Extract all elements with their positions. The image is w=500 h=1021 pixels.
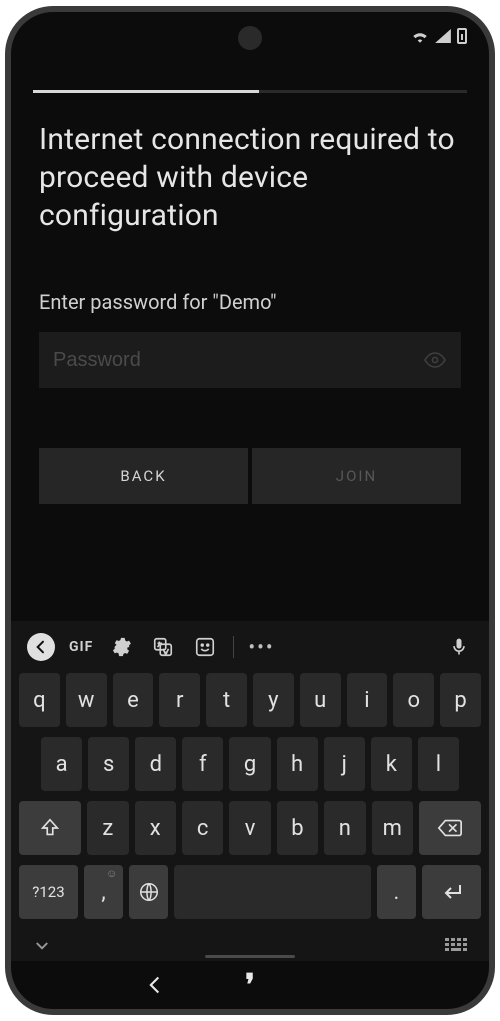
- main-content: Internet connection required to proceed …: [11, 93, 489, 504]
- enter-key[interactable]: [422, 865, 481, 919]
- keyboard-row-2: a s d f g h j k l: [17, 737, 483, 791]
- symbols-key[interactable]: ?123: [19, 865, 78, 919]
- key-u[interactable]: u: [300, 673, 341, 727]
- collapse-keyboard-icon[interactable]: [33, 937, 51, 955]
- period-key[interactable]: .: [377, 865, 416, 919]
- password-field-container[interactable]: [39, 332, 461, 388]
- status-icons: [411, 28, 467, 44]
- more-icon[interactable]: •••: [248, 635, 274, 659]
- key-l[interactable]: l: [418, 737, 459, 791]
- nav-home-icon[interactable]: ❜: [245, 968, 255, 1003]
- setup-progress-fill: [33, 90, 259, 93]
- navigation-bar: ❜: [11, 961, 489, 1009]
- keyboard-back-icon[interactable]: [27, 633, 55, 661]
- phone-frame: Internet connection required to proceed …: [5, 6, 495, 1015]
- key-g[interactable]: g: [229, 737, 270, 791]
- battery-icon: [457, 28, 467, 44]
- status-bar: [11, 12, 489, 60]
- key-v[interactable]: v: [229, 801, 270, 855]
- key-t[interactable]: t: [206, 673, 247, 727]
- key-o[interactable]: o: [393, 673, 434, 727]
- wifi-icon: [411, 29, 429, 43]
- key-z[interactable]: z: [87, 801, 128, 855]
- keyboard-row-3: z x c v b n m: [17, 801, 483, 855]
- keyboard-layout-icon[interactable]: [445, 938, 467, 954]
- front-camera: [238, 26, 262, 50]
- comma-glyph: ,: [101, 880, 105, 905]
- toolbar-separator: [233, 636, 234, 658]
- cellular-icon: [435, 29, 451, 43]
- key-c[interactable]: c: [182, 801, 223, 855]
- soft-keyboard: GIF ••• q w e r t y u i: [11, 621, 489, 961]
- key-x[interactable]: x: [135, 801, 176, 855]
- key-j[interactable]: j: [324, 737, 365, 791]
- home-indicator: [205, 955, 295, 958]
- key-a[interactable]: a: [41, 737, 82, 791]
- key-q[interactable]: q: [19, 673, 60, 727]
- keyboard-row-1: q w e r t y u i o p: [17, 673, 483, 727]
- password-subtitle: Enter password for "Demo": [39, 290, 461, 314]
- page-title: Internet connection required to proceed …: [39, 121, 461, 235]
- gif-button[interactable]: GIF: [69, 639, 93, 655]
- comma-key[interactable]: ☺ ,: [84, 865, 123, 919]
- nav-back-icon[interactable]: [145, 975, 165, 995]
- key-n[interactable]: n: [324, 801, 365, 855]
- gear-icon[interactable]: [107, 633, 135, 661]
- key-b[interactable]: b: [277, 801, 318, 855]
- content-spacer: [11, 504, 489, 621]
- password-input[interactable]: [53, 349, 423, 372]
- backspace-key[interactable]: [419, 801, 481, 855]
- setup-progress: [33, 90, 467, 93]
- keyboard-row-4: ?123 ☺ , .: [17, 865, 483, 919]
- back-button[interactable]: BACK: [39, 448, 248, 504]
- translate-icon[interactable]: [149, 633, 177, 661]
- keyboard-toolbar: GIF •••: [17, 631, 483, 673]
- key-w[interactable]: w: [66, 673, 107, 727]
- join-button[interactable]: JOIN: [252, 448, 461, 504]
- key-r[interactable]: r: [159, 673, 200, 727]
- shift-key[interactable]: [19, 801, 81, 855]
- key-i[interactable]: i: [347, 673, 388, 727]
- language-key[interactable]: [129, 865, 168, 919]
- key-e[interactable]: e: [113, 673, 154, 727]
- emoji-hint-icon: ☺: [106, 867, 117, 880]
- key-h[interactable]: h: [277, 737, 318, 791]
- action-buttons: BACK JOIN: [39, 448, 461, 504]
- show-password-icon[interactable]: [423, 348, 447, 372]
- mic-icon[interactable]: [445, 633, 473, 661]
- space-key[interactable]: [174, 865, 370, 919]
- key-k[interactable]: k: [371, 737, 412, 791]
- sticker-icon[interactable]: [191, 633, 219, 661]
- key-y[interactable]: y: [253, 673, 294, 727]
- key-f[interactable]: f: [182, 737, 223, 791]
- key-s[interactable]: s: [88, 737, 129, 791]
- key-p[interactable]: p: [440, 673, 481, 727]
- key-d[interactable]: d: [135, 737, 176, 791]
- key-m[interactable]: m: [372, 801, 413, 855]
